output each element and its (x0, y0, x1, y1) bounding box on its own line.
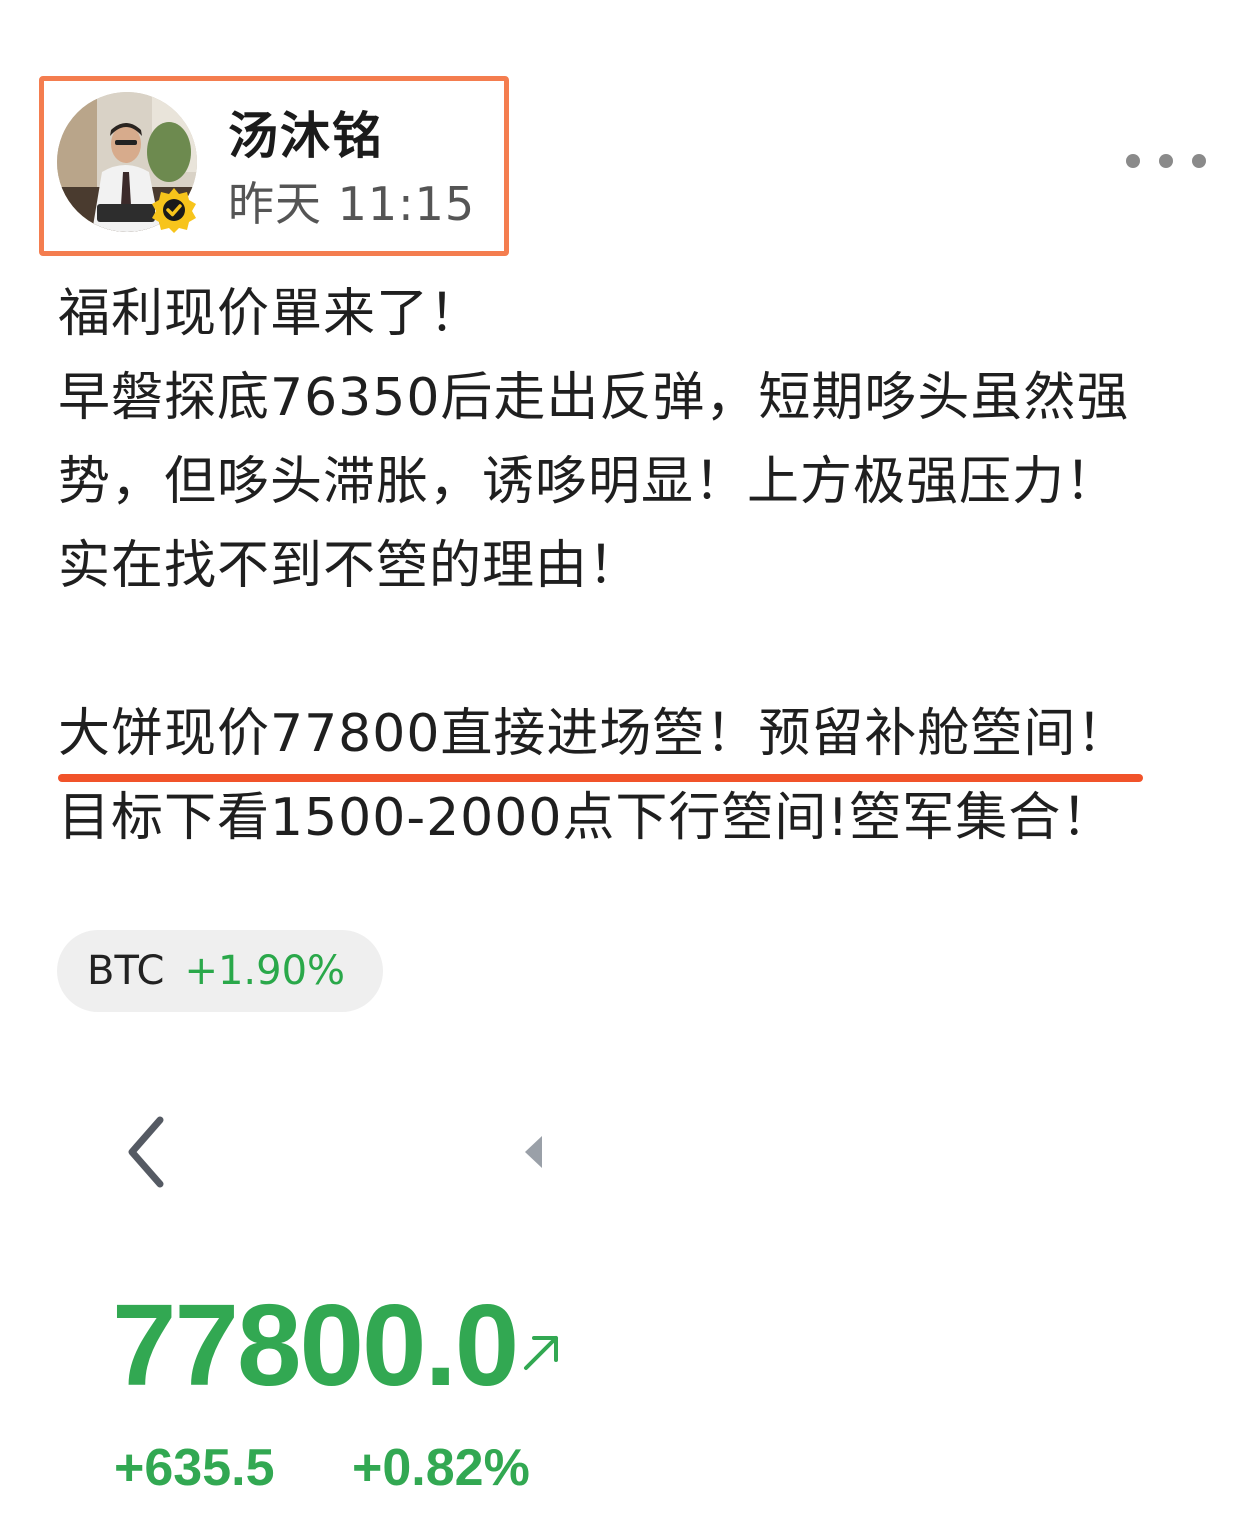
post-line: 势，但哆头滞胀，诱哆明显！上方极强压力！ (58, 452, 1119, 512)
post-line: 福利现价單来了！ (58, 284, 483, 344)
author-name[interactable]: 汤沐铭 (228, 96, 384, 168)
more-dots-icon (1159, 154, 1173, 168)
post-body: 福利现价單来了！ 早磐探底76350后走出反弹，短期哆头虽然强 势，但哆头滞胀，… (58, 272, 1208, 860)
post-line: 目标下看1500-2000点下行箜间!箜军集合！ (58, 788, 1115, 848)
highlighted-sentence: 大饼现价77800直接进场箜！预留补舱箜间！ (58, 692, 1144, 782)
chevron-left-icon[interactable] (120, 1112, 170, 1192)
ticker-change: +1.90% (184, 948, 346, 994)
more-dots-icon (1192, 154, 1206, 168)
quote-change-pct: +0.82% (352, 1439, 530, 1497)
post-line: 实在找不到不箜的理由！ (58, 536, 642, 596)
ticker-chip[interactable]: BTC +1.90% (57, 930, 383, 1012)
quote-change-abs: +635.5 (114, 1439, 275, 1497)
post-time: 昨天 11:15 (228, 177, 476, 231)
post-line-highlighted-wrap: 大饼现价77800直接进场箜！预留补舱箜间！ (58, 692, 1208, 782)
post-line: 早磐探底76350后走出反弹，短期哆头虽然强 (58, 368, 1130, 428)
triangle-left-icon[interactable] (520, 1132, 548, 1172)
post-line: 大饼现价77800直接进场箜！预留补舱箜间！ (58, 704, 1130, 764)
underline-mark (58, 774, 1144, 782)
more-options-button[interactable] (1126, 146, 1206, 176)
ticker-symbol: BTC (87, 948, 165, 994)
quote-price: 77800.0 (112, 1280, 519, 1410)
verified-badge-icon (152, 188, 196, 233)
arrow-up-right-icon (524, 1336, 558, 1370)
more-dots-icon (1126, 154, 1140, 168)
